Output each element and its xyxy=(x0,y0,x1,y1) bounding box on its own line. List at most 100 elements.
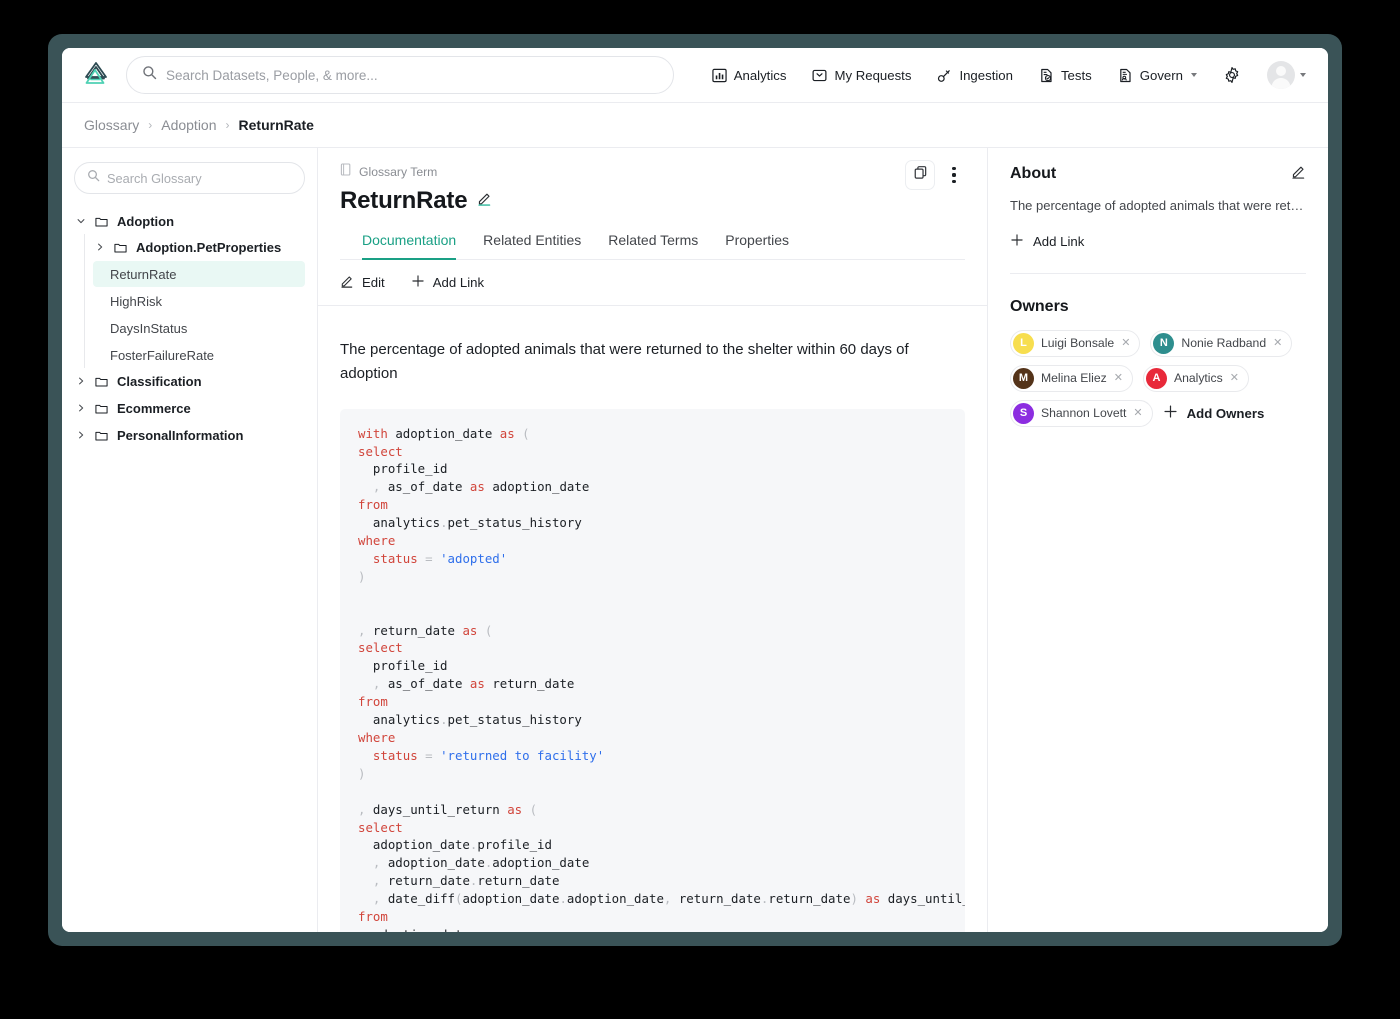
nav-items-group: Analytics My Requests Ingestion Tests Go… xyxy=(712,61,1306,89)
global-search-box[interactable] xyxy=(126,56,674,94)
code-line: status = 'returned to facility' xyxy=(358,747,605,763)
search-icon xyxy=(87,169,100,187)
page-title: ReturnRate xyxy=(340,187,468,214)
browser-window-frame: Analytics My Requests xyxy=(48,34,1342,946)
glossary-search-input[interactable] xyxy=(107,170,292,186)
owner-pill-shannon-lovett[interactable]: S Shannon Lovett ✕ xyxy=(1010,399,1153,427)
tree-node-classification[interactable]: Classification xyxy=(74,368,305,394)
owner-pill-analytics[interactable]: A Analytics ✕ xyxy=(1142,364,1249,392)
nav-item-my-requests[interactable]: My Requests xyxy=(812,68,911,83)
folder-icon xyxy=(95,402,110,415)
nav-item-govern[interactable]: Govern xyxy=(1118,68,1197,83)
edit-documentation-label: Edit xyxy=(362,275,385,290)
remove-owner-icon[interactable]: ✕ xyxy=(1133,407,1142,419)
tab-properties[interactable]: Properties xyxy=(725,232,789,260)
tree-node-adoption-petproperties[interactable]: Adoption.PetProperties xyxy=(93,234,305,260)
entity-header-actions xyxy=(905,160,965,190)
code-line: status = 'adopted' xyxy=(358,550,508,566)
settings-button[interactable] xyxy=(1223,66,1241,84)
chevron-right-icon[interactable] xyxy=(74,430,88,440)
nav-item-tests[interactable]: Tests xyxy=(1039,68,1092,83)
breadcrumb-item-adoption[interactable]: Adoption xyxy=(161,117,216,133)
code-line: from xyxy=(358,497,388,513)
document-check-icon xyxy=(1039,68,1054,83)
tab-related-entities[interactable]: Related Entities xyxy=(483,232,581,260)
breadcrumb-item-glossary[interactable]: Glossary xyxy=(84,117,139,133)
code-line: ) xyxy=(358,765,366,781)
more-vertical-icon[interactable] xyxy=(943,160,965,190)
tree-node-returnrate[interactable]: ReturnRate xyxy=(93,261,305,287)
tab-related-terms[interactable]: Related Terms xyxy=(608,232,698,260)
tree-node-fosterfailurerate[interactable]: FosterFailureRate xyxy=(93,342,305,368)
remove-owner-icon[interactable]: ✕ xyxy=(1121,337,1130,349)
nav-item-analytics[interactable]: Analytics xyxy=(712,68,786,83)
code-line: , as_of_date as return_date xyxy=(358,676,575,692)
owner-pill-nonie-radband[interactable]: N Nonie Radband ✕ xyxy=(1150,329,1293,357)
entity-title-row: ReturnRate xyxy=(340,187,965,215)
search-icon xyxy=(142,65,157,85)
tree-node-personalinformation[interactable]: PersonalInformation xyxy=(74,422,305,448)
edit-about-pencil-icon[interactable] xyxy=(1291,164,1306,184)
avatar: S xyxy=(1013,402,1034,424)
plus-icon xyxy=(1010,233,1024,250)
nav-label-my-requests: My Requests xyxy=(834,67,912,83)
datahub-logo-icon[interactable] xyxy=(76,55,116,95)
folder-icon xyxy=(95,215,110,228)
add-link-button[interactable]: Add Link xyxy=(411,274,484,291)
breadcrumb-item-returnrate: ReturnRate xyxy=(238,117,314,133)
copy-urn-button[interactable] xyxy=(905,160,935,190)
owner-name: Luigi Bonsale xyxy=(1041,336,1115,350)
tab-documentation[interactable]: Documentation xyxy=(362,232,457,260)
tree-node-adoption[interactable]: Adoption xyxy=(74,208,305,234)
browser-viewport: Analytics My Requests xyxy=(62,48,1328,932)
about-description: The percentage of adopted animals that w… xyxy=(1010,198,1306,213)
chevron-right-icon[interactable] xyxy=(93,242,107,252)
remove-owner-icon[interactable]: ✕ xyxy=(1114,372,1123,384)
tree-label-personalinformation: PersonalInformation xyxy=(117,427,244,443)
remove-owner-icon[interactable]: ✕ xyxy=(1230,372,1239,384)
glossary-search-box[interactable] xyxy=(74,162,305,194)
user-avatar-button[interactable] xyxy=(1267,61,1306,89)
code-line: , adoption_date.adoption_date xyxy=(358,855,590,871)
code-line: , return_date.return_date xyxy=(358,873,560,889)
code-line: from xyxy=(358,694,388,710)
chevron-right-icon[interactable] xyxy=(74,403,88,413)
owner-name: Shannon Lovett xyxy=(1041,406,1127,420)
code-line: analytics.pet_status_history xyxy=(358,515,582,531)
plus-icon xyxy=(411,274,425,291)
folder-icon xyxy=(114,241,129,254)
owner-pill-melina-eliez[interactable]: M Melina Eliez ✕ xyxy=(1010,364,1133,392)
tree-node-highrisk[interactable]: HighRisk xyxy=(93,288,305,314)
avatar: L xyxy=(1013,332,1034,354)
owner-name: Melina Eliez xyxy=(1041,371,1107,385)
documentation-toolbar: Edit Add Link xyxy=(318,260,987,306)
tree-children-adoption: Adoption.PetProperties ReturnRate HighRi… xyxy=(84,234,305,368)
add-link-label: Add Link xyxy=(432,275,485,290)
tree-node-daysinstatus[interactable]: DaysInStatus xyxy=(93,315,305,341)
tree-label-classification: Classification xyxy=(117,373,202,389)
remove-owner-icon[interactable]: ✕ xyxy=(1273,337,1282,349)
bar-chart-icon xyxy=(712,68,727,83)
edit-documentation-button[interactable]: Edit xyxy=(340,274,385,291)
tree-node-ecommerce[interactable]: Ecommerce xyxy=(74,395,305,421)
tree-label-highrisk: HighRisk xyxy=(110,293,163,309)
chevron-right-icon[interactable] xyxy=(74,376,88,386)
about-title: About xyxy=(1010,165,1057,182)
documentation-body: The percentage of adopted animals that w… xyxy=(318,306,987,932)
about-add-link-label: Add Link xyxy=(1033,233,1085,249)
edit-title-pencil-icon[interactable] xyxy=(477,191,492,211)
avatar xyxy=(1267,61,1295,89)
owner-pill-luigi-bonsale[interactable]: L Luigi Bonsale ✕ xyxy=(1010,329,1141,357)
code-line: select xyxy=(358,443,403,459)
search-input[interactable] xyxy=(166,57,658,93)
code-line: from xyxy=(358,909,388,925)
copy-icon xyxy=(913,165,928,185)
add-owners-button[interactable]: Add Owners xyxy=(1163,404,1264,423)
about-add-link-button[interactable]: Add Link xyxy=(1010,233,1306,250)
page-body: Adoption Adoption.PetProperties ReturnRa xyxy=(62,148,1328,932)
nav-label-ingestion: Ingestion xyxy=(959,67,1013,83)
nav-item-ingestion[interactable]: Ingestion xyxy=(937,68,1013,83)
chevron-down-icon[interactable] xyxy=(74,216,88,226)
